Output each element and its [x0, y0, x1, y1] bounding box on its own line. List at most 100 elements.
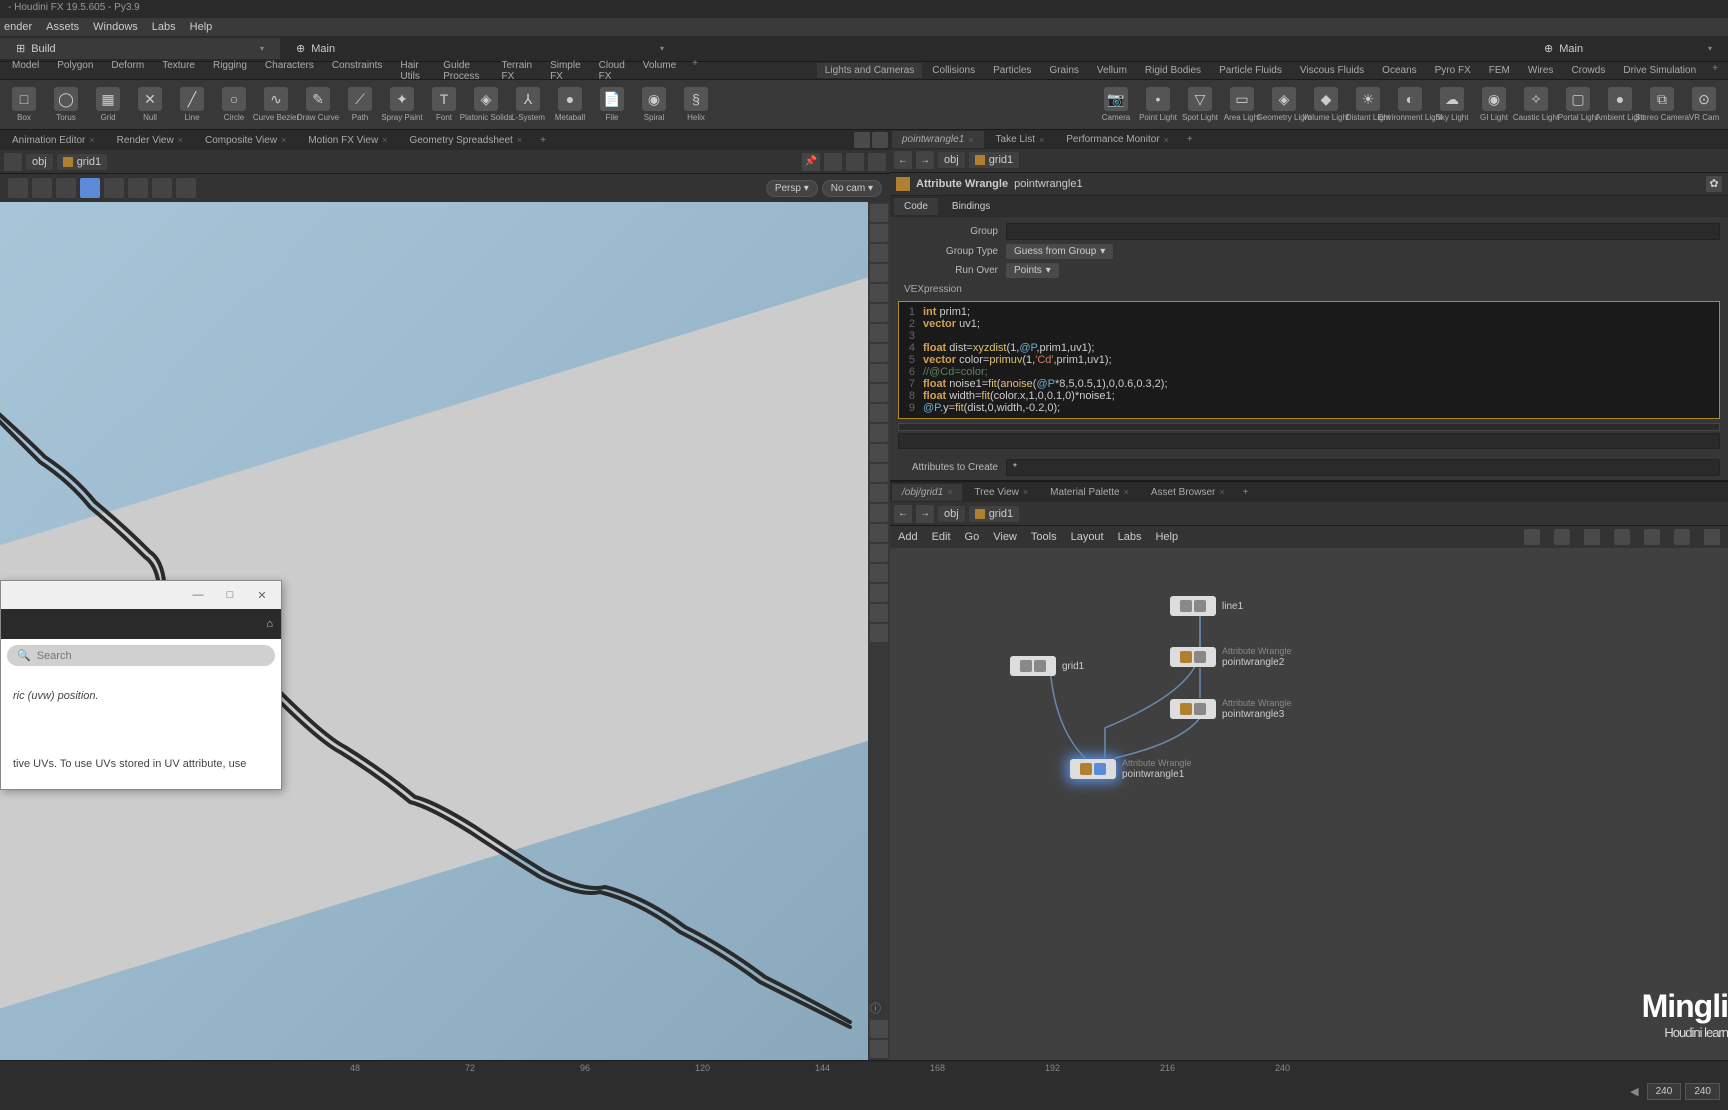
grouptype-dropdown[interactable]: Guess from Group▾ [1006, 244, 1113, 259]
net-tool-icon[interactable] [1584, 529, 1600, 545]
tool-font[interactable]: TFont [424, 87, 464, 122]
nav-back-icon[interactable]: ← [894, 151, 912, 169]
timeline-ruler[interactable]: 48 72 96 120 144 168 192 216 240 [0, 1061, 1728, 1081]
shelf-rigidbodies[interactable]: Rigid Bodies [1137, 63, 1209, 78]
side-tool-icon[interactable] [870, 244, 888, 262]
vex-editor[interactable]: 1int prim1;2vector uv1;34float dist=xyzd… [898, 301, 1720, 419]
tool-grid[interactable]: ▦Grid [88, 87, 128, 122]
tool-box[interactable]: □Box [4, 87, 44, 122]
path-obj[interactable]: obj [26, 154, 53, 170]
code-line[interactable]: 4float dist=xyzdist(1,@P,prim1,uv1); [903, 342, 1715, 354]
node-name-field[interactable]: pointwrangle1 [1014, 178, 1083, 190]
shelf-wires[interactable]: Wires [1520, 63, 1562, 78]
tab-animation-editor[interactable]: Animation Editor× [2, 132, 105, 149]
pane-max-icon[interactable] [872, 132, 888, 148]
side-tool-icon[interactable] [870, 264, 888, 282]
shelf-hairutils[interactable]: Hair Utils [392, 58, 433, 84]
wireframe-icon[interactable] [104, 178, 124, 198]
shading-icon[interactable] [80, 178, 100, 198]
shelf-constraints[interactable]: Constraints [324, 58, 391, 84]
side-tool-icon[interactable] [870, 624, 888, 642]
tab-bindings[interactable]: Bindings [942, 198, 1000, 215]
pin-icon[interactable]: 📌 [802, 153, 820, 171]
camera-dropdown[interactable]: No cam ▾ [822, 180, 882, 197]
info-icon[interactable]: ⓘ [870, 1000, 888, 1018]
tool-caustic-light[interactable]: ✧Caustic Light [1516, 87, 1556, 122]
netmenu-layout[interactable]: Layout [1071, 531, 1104, 543]
select-tool-icon[interactable] [8, 178, 28, 198]
tool-platonic-solids[interactable]: ◈Platonic Solids [466, 87, 506, 122]
code-line[interactable]: 1int prim1; [903, 306, 1715, 318]
netmenu-go[interactable]: Go [965, 531, 980, 543]
shelf-viscousfluids[interactable]: Viscous Fluids [1292, 63, 1372, 78]
net-tool-icon[interactable] [1644, 529, 1660, 545]
help-popup[interactable]: — □ ✕ ⌂ 🔍 ric (uvw) position. tive UVs. … [0, 580, 282, 790]
net-tool-icon[interactable] [1674, 529, 1690, 545]
tool-null[interactable]: ✕Null [130, 87, 170, 122]
tool-environment-light[interactable]: ◐Environment Light [1390, 87, 1430, 122]
path-node[interactable]: grid1 [57, 154, 107, 170]
shelf-polygon[interactable]: Polygon [49, 58, 101, 84]
nav-fwd-icon[interactable]: → [916, 151, 934, 169]
side-tool-icon[interactable] [870, 204, 888, 222]
pane-menu-icon[interactable] [854, 132, 870, 148]
tab-geometry-spreadsheet[interactable]: Geometry Spreadsheet× [399, 132, 532, 149]
shelf-cloudfx[interactable]: Cloud FX [591, 58, 633, 84]
desktop-main-tab[interactable]: ⊕ Main ▾ [280, 38, 680, 59]
shelf-fem[interactable]: FEM [1481, 63, 1518, 78]
tool-draw-curve[interactable]: ✎Draw Curve [298, 87, 338, 122]
menu-windows[interactable]: Windows [93, 21, 138, 33]
tab-material-palette[interactable]: Material Palette× [1040, 484, 1139, 501]
side-tool-icon[interactable] [870, 584, 888, 602]
side-tool-icon[interactable] [870, 544, 888, 562]
net-tool-icon[interactable] [1704, 529, 1720, 545]
shelf-lights[interactable]: Lights and Cameras [817, 63, 923, 78]
code-line[interactable]: 3 [903, 330, 1715, 342]
shelf-terrainfx[interactable]: Terrain FX [494, 58, 541, 84]
netmenu-tools[interactable]: Tools [1031, 531, 1057, 543]
side-tool-icon[interactable] [870, 224, 888, 242]
search-box[interactable]: 🔍 [7, 645, 275, 666]
shelf-particlefluids[interactable]: Particle Fluids [1211, 63, 1290, 78]
code-line[interactable]: 2vector uv1; [903, 318, 1715, 330]
code-line[interactable]: 8float width=fit(color.x,1,0,0.1,0)*nois… [903, 390, 1715, 402]
tool-portal-light[interactable]: ▢Portal Light [1558, 87, 1598, 122]
tab-code[interactable]: Code [894, 198, 938, 215]
tool-spiral[interactable]: ◉Spiral [634, 87, 674, 122]
nav-back-icon[interactable] [4, 153, 22, 171]
net-tool-icon[interactable] [1614, 529, 1630, 545]
shelf-guideprocess[interactable]: Guide Process [435, 58, 491, 84]
tool-vr-cam[interactable]: ⊙VR Cam [1684, 87, 1724, 122]
persp-dropdown[interactable]: Persp ▾ [766, 180, 818, 197]
net-tool-icon[interactable] [1554, 529, 1570, 545]
netmenu-help[interactable]: Help [1155, 531, 1178, 543]
path-node[interactable]: grid1 [969, 506, 1019, 522]
desktop-build-tab[interactable]: ⊞ Build ▾ [0, 38, 280, 59]
shelf-plus-right[interactable]: + [1706, 63, 1724, 78]
side-tool-icon[interactable] [870, 464, 888, 482]
display-icon[interactable] [128, 178, 148, 198]
tool-metaball[interactable]: ●Metaball [550, 87, 590, 122]
side-tool-icon[interactable] [870, 504, 888, 522]
node-pointwrangle1[interactable]: Attribute Wranglepointwrangle1 [1070, 758, 1191, 780]
shelf-oceans[interactable]: Oceans [1374, 63, 1424, 78]
maximize-icon[interactable]: □ [215, 585, 245, 605]
shelf-characters[interactable]: Characters [257, 58, 322, 84]
side-tool-icon[interactable] [870, 524, 888, 542]
runover-dropdown[interactable]: Points▾ [1006, 263, 1059, 278]
popup-titlebar[interactable]: — □ ✕ [1, 581, 281, 609]
tool-curve-bezier[interactable]: ∿Curve Bezier [256, 87, 296, 122]
path-obj[interactable]: obj [938, 506, 965, 522]
tool-circle[interactable]: ○Circle [214, 87, 254, 122]
side-tool-icon[interactable] [870, 364, 888, 382]
shelf-grains[interactable]: Grains [1041, 63, 1086, 78]
netmenu-view[interactable]: View [993, 531, 1017, 543]
group-input[interactable] [1006, 223, 1720, 240]
gear-icon[interactable]: ✿ [1706, 176, 1722, 192]
shelf-volume[interactable]: Volume [635, 58, 684, 84]
shelf-crowds[interactable]: Crowds [1563, 63, 1613, 78]
path-node[interactable]: grid1 [969, 152, 1019, 168]
camera-icon[interactable] [846, 153, 864, 171]
tool-volume-light[interactable]: ◆Volume Light [1306, 87, 1346, 122]
side-tool-icon[interactable] [870, 284, 888, 302]
